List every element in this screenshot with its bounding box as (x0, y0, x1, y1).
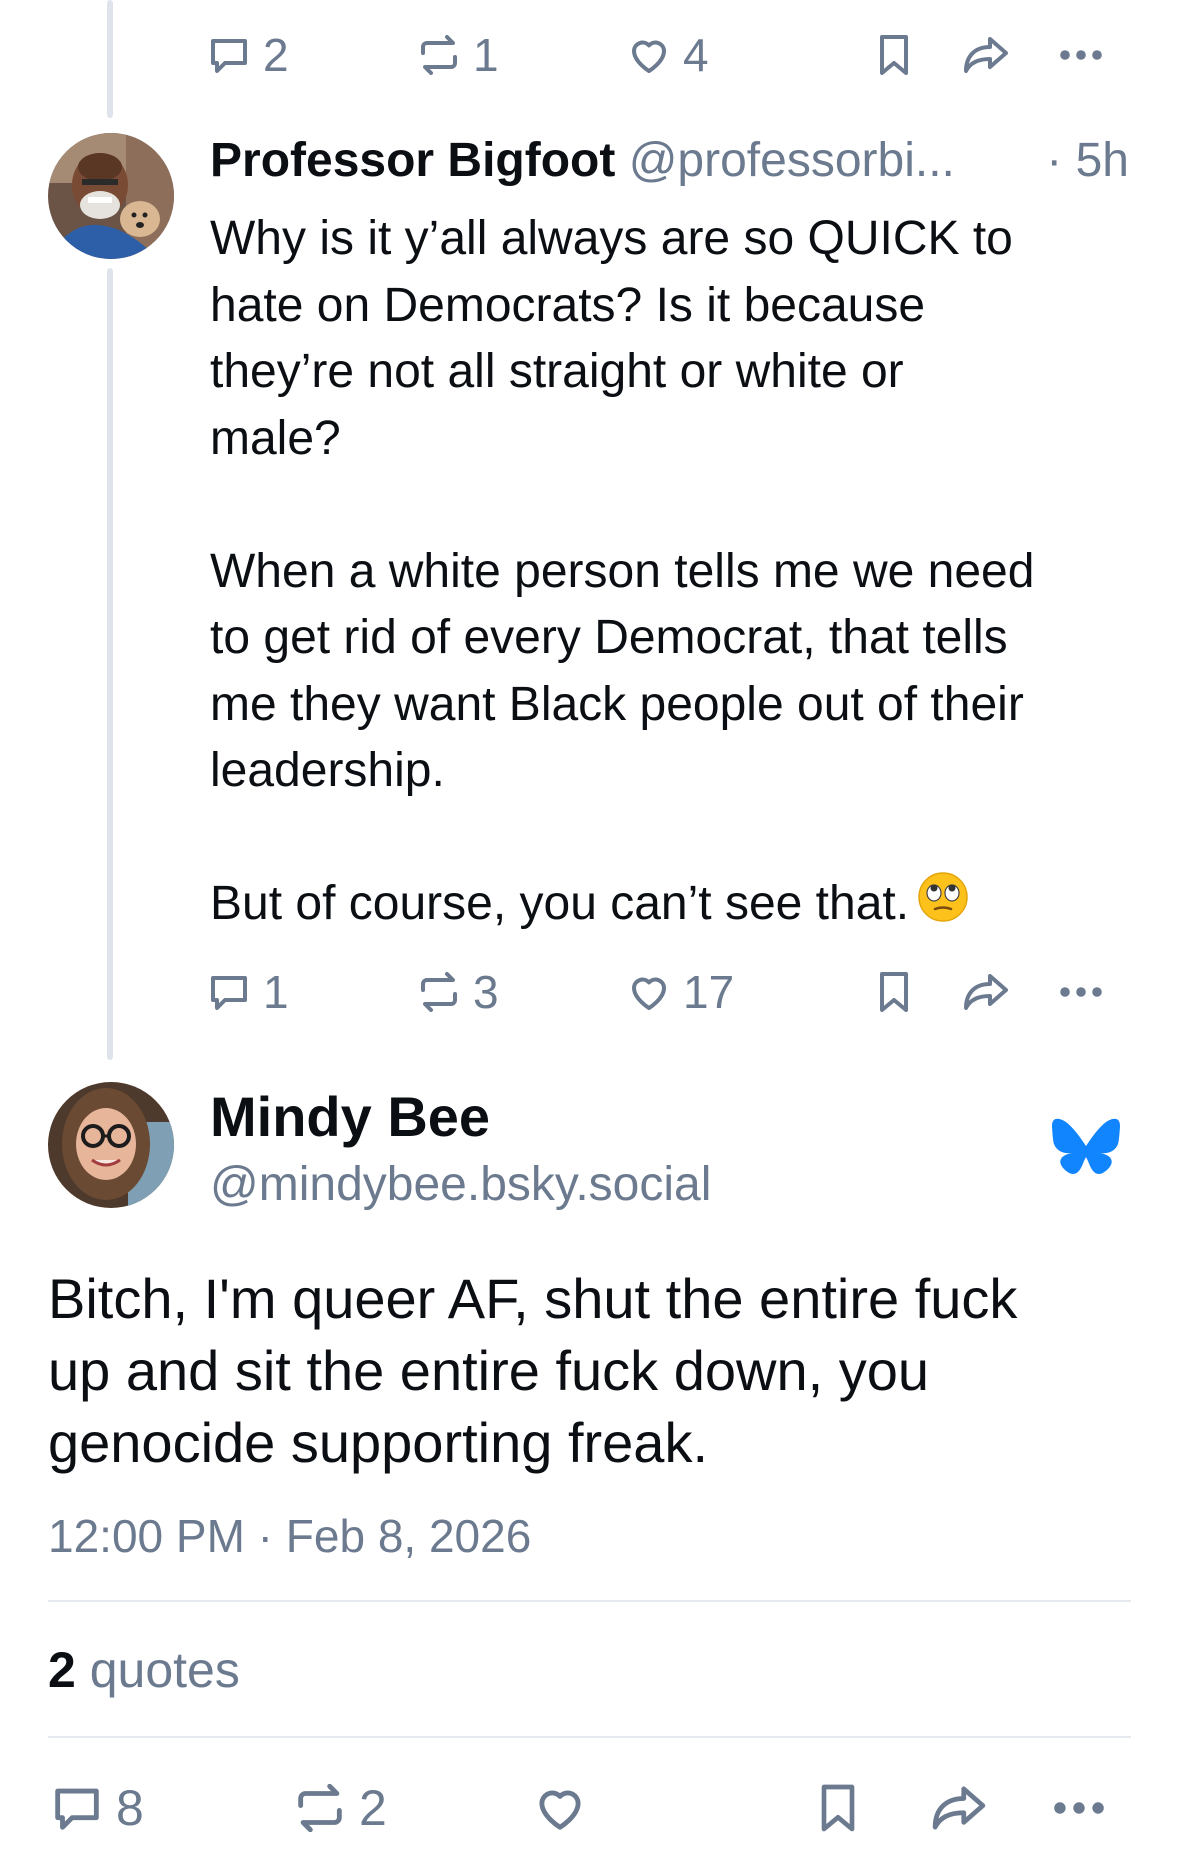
text-line: When a white person tells me we need (210, 544, 1035, 598)
reply-count: 2 (263, 29, 289, 81)
main-post-actions: 8 2 (48, 1778, 1133, 1838)
like-count: 4 (683, 29, 709, 81)
divider (48, 1600, 1131, 1602)
bookmark-icon (880, 35, 908, 75)
thread-line-parent (107, 268, 113, 1060)
text-line: genocide supporting freak. (48, 1411, 708, 1474)
thread-line-top (107, 0, 113, 118)
rolling-eyes-emoji-icon (917, 871, 969, 942)
bookmark-button[interactable] (810, 1778, 866, 1838)
parent-post-text: Why is it y’all always are so QUICK to h… (210, 206, 1140, 942)
like-icon (539, 1790, 581, 1830)
more-icon (1054, 1802, 1104, 1814)
parent-post-actions: 1 3 17 (205, 962, 1125, 1022)
share-icon (964, 974, 1008, 1010)
more-icon (1060, 987, 1102, 997)
main-post-text: Bitch, I'm queer AF, shut the entire fuc… (48, 1263, 1138, 1479)
post-timestamp: 12:00 PM · Feb 8, 2026 (48, 1510, 532, 1562)
divider (48, 1736, 1131, 1738)
author-name[interactable]: Mindy Bee (210, 1082, 490, 1152)
like-icon (632, 40, 666, 73)
repost-count: 3 (473, 966, 499, 1018)
text-line: leadership. (210, 744, 445, 797)
more-icon (1060, 50, 1102, 60)
reply-button[interactable]: 8 (48, 1778, 144, 1838)
repost-icon (298, 1783, 342, 1833)
bookmark-button[interactable] (870, 25, 918, 85)
share-button[interactable] (960, 25, 1012, 85)
text-line-with-emoji: But of course, you can’t see that. (210, 871, 1140, 942)
quotes-count: 2 (48, 1642, 76, 1698)
reply-icon (55, 1788, 99, 1830)
text-line: Why is it y’all always are so QUICK to (210, 212, 1013, 265)
repost-button[interactable]: 3 (415, 962, 499, 1022)
text-line: hate on Democrats? Is it because (210, 278, 926, 332)
share-button[interactable] (928, 1778, 990, 1838)
text-line: male? (210, 411, 341, 465)
text-line: they’re not all straight or white or (210, 345, 904, 398)
more-button[interactable] (1055, 25, 1107, 85)
more-button[interactable] (1048, 1778, 1110, 1838)
like-count: 17 (683, 966, 735, 1018)
post-time: · 5h (1046, 134, 1129, 187)
text-line: Bitch, I'm queer AF, shut the entire fuc… (48, 1267, 1018, 1330)
reply-count: 8 (116, 1780, 144, 1836)
repost-button[interactable]: 1 (415, 25, 499, 85)
share-button[interactable] (960, 962, 1012, 1022)
prev-post-actions: 2 1 4 (205, 25, 1125, 85)
share-icon (932, 1786, 986, 1830)
quotes-link[interactable]: 2 quotes (48, 1638, 240, 1702)
repost-icon (421, 972, 457, 1012)
repost-icon (421, 35, 457, 75)
parent-post-header: Professor Bigfoot @professorbi... (210, 128, 1150, 194)
repost-count: 1 (473, 29, 499, 81)
author-handle[interactable]: @professorbi... (629, 134, 955, 187)
text-line: But of course, you can’t see that. (210, 877, 910, 930)
author-name[interactable]: Professor Bigfoot (210, 134, 615, 187)
bookmark-button[interactable] (870, 962, 918, 1022)
reply-button[interactable]: 1 (205, 962, 289, 1022)
reply-icon (211, 39, 247, 73)
like-icon (632, 977, 666, 1010)
repost-count: 2 (359, 1780, 387, 1836)
text-line: me they want Black people out of their (210, 677, 1024, 731)
quotes-label: quotes (89, 1642, 240, 1698)
text-line: to get rid of every Democrat, that tells (210, 611, 1008, 664)
reply-button[interactable]: 2 (205, 25, 289, 85)
author-handle[interactable]: @mindybee.bsky.social (210, 1152, 711, 1218)
bookmark-icon (880, 972, 908, 1012)
reply-count: 1 (263, 966, 289, 1018)
professor-bigfoot-avatar[interactable] (48, 133, 174, 259)
text-line: up and sit the entire fuck down, you (48, 1339, 929, 1402)
like-button[interactable] (530, 1778, 590, 1838)
bookmark-icon (821, 1784, 855, 1832)
avatar-photo (48, 133, 174, 259)
more-button[interactable] (1055, 962, 1107, 1022)
share-icon (964, 37, 1008, 73)
like-button[interactable]: 4 (625, 25, 709, 85)
reply-icon (211, 976, 247, 1010)
avatar-photo (48, 1082, 174, 1208)
like-button[interactable]: 17 (625, 962, 734, 1022)
repost-button[interactable]: 2 (291, 1778, 387, 1838)
bluesky-butterfly-icon (1050, 1118, 1122, 1187)
mindy-bee-avatar[interactable] (48, 1082, 174, 1208)
